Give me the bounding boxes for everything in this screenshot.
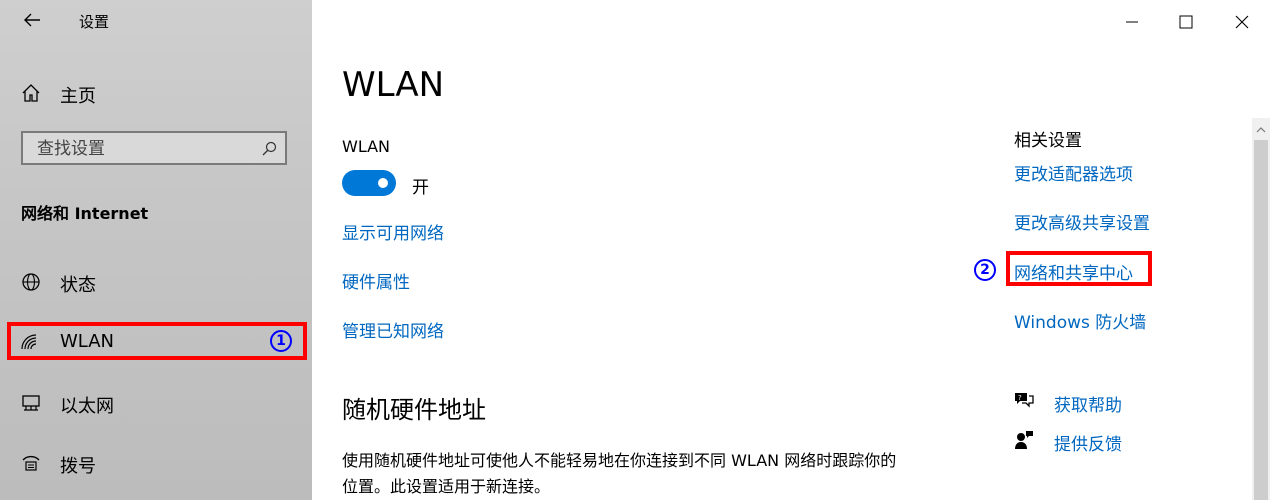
maximize-icon[interactable] — [1174, 10, 1198, 34]
random-hw-description: 使用随机硬件地址可使他人不能轻易地在你连接到不同 WLAN 网络时跟踪你的位置。… — [342, 451, 897, 496]
help-chat-icon: ? — [1013, 390, 1035, 412]
wlan-highlight-box — [7, 322, 307, 360]
related-settings-title: 相关设置 — [1014, 131, 1082, 151]
globe-icon — [20, 271, 42, 293]
link-hardware-properties[interactable]: 硬件属性 — [342, 268, 410, 293]
search-icon[interactable] — [261, 141, 277, 157]
sidebar-item-status[interactable]: 状态 — [0, 262, 312, 302]
sidebar-item-ethernet[interactable]: 以太网 — [0, 383, 312, 423]
dialup-icon — [20, 452, 42, 474]
feedback-icon — [1013, 429, 1035, 451]
back-arrow-icon[interactable] — [20, 8, 44, 32]
link-manage-known-networks[interactable]: 管理已知网络 — [342, 317, 444, 342]
minimize-icon[interactable] — [1120, 10, 1144, 34]
toggle-state-label: 开 — [412, 178, 429, 198]
link-get-help[interactable]: 获取帮助 — [1054, 391, 1122, 416]
wlan-toggle-label: WLAN — [342, 137, 391, 156]
home-icon — [20, 82, 42, 104]
sidebar-item-label: 状态 — [60, 275, 96, 296]
ethernet-icon — [20, 392, 42, 414]
step-marker-2: 2 — [974, 259, 996, 281]
search-input[interactable] — [35, 138, 249, 160]
scrollbar-thumb[interactable] — [1254, 140, 1268, 500]
svg-text:?: ? — [1018, 394, 1022, 402]
sidebar-item-dialup[interactable]: 拨号 — [0, 443, 312, 483]
sidebar: 设置 主页 网络和 Internet 状态 WLAN 1 以太网 — [0, 0, 312, 500]
link-give-feedback[interactable]: 提供反馈 — [1054, 430, 1122, 455]
sidebar-item-label: 拨号 — [60, 456, 96, 477]
section-title: 网络和 Internet — [21, 204, 149, 223]
search-box[interactable] — [21, 131, 287, 165]
section-heading-random-hw: 随机硬件地址 — [342, 396, 486, 424]
link-windows-firewall[interactable]: Windows 防火墙 — [1014, 308, 1146, 333]
network-center-highlight-box — [1006, 251, 1152, 286]
link-adapter-options[interactable]: 更改适配器选项 — [1014, 160, 1133, 185]
window-title: 设置 — [79, 13, 110, 31]
step-marker-1: 1 — [270, 330, 292, 352]
wlan-toggle[interactable] — [342, 170, 396, 196]
page-title: WLAN — [342, 65, 445, 105]
toggle-knob — [378, 178, 388, 188]
sidebar-item-label: 以太网 — [60, 396, 114, 417]
link-advanced-sharing[interactable]: 更改高级共享设置 — [1014, 209, 1150, 234]
scroll-up-icon[interactable] — [1252, 122, 1270, 136]
sidebar-item-home[interactable]: 主页 — [0, 73, 312, 113]
link-show-available-networks[interactable]: 显示可用网络 — [342, 219, 444, 244]
close-icon[interactable] — [1230, 10, 1254, 34]
sidebar-item-label: 主页 — [60, 86, 96, 107]
